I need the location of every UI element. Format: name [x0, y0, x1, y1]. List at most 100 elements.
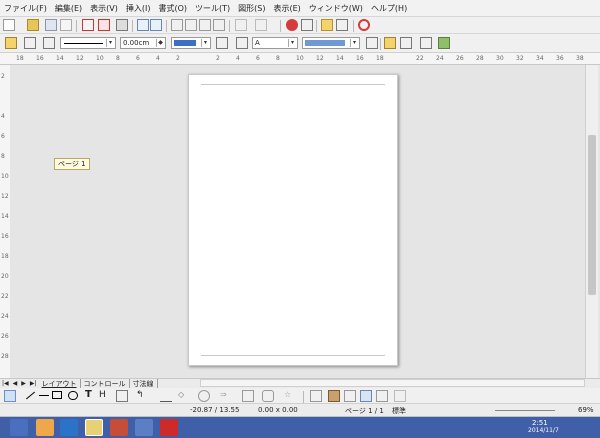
tab-dimension-lines[interactable]: 寸法線 [130, 378, 158, 389]
text-icon[interactable]: T [85, 389, 97, 401]
flowchart-icon[interactable] [242, 390, 254, 402]
extrusion-icon[interactable] [376, 390, 388, 402]
paste-icon[interactable] [199, 19, 211, 31]
autospellcheck-icon[interactable] [150, 19, 162, 31]
styles-icon[interactable] [5, 37, 17, 49]
export-pdf-icon[interactable] [82, 19, 94, 31]
horizontal-scrollbar[interactable] [200, 379, 585, 387]
lines-arrows-icon[interactable] [160, 390, 172, 402]
line-width-field[interactable]: 0.00cm ◆ [120, 37, 166, 49]
rotate-icon[interactable] [384, 37, 396, 49]
callouts-icon[interactable] [262, 390, 274, 402]
explorer-icon[interactable] [36, 419, 54, 436]
menu-item-9[interactable]: ヘルプ(H) [367, 3, 411, 14]
redo-icon[interactable] [255, 19, 267, 31]
ruler-tick: 26 [1, 333, 9, 340]
symbol-shapes-icon[interactable] [198, 390, 210, 402]
tab-layout[interactable]: レイアウト [39, 378, 81, 389]
curve-icon[interactable] [116, 390, 128, 402]
ruler-tick: 28 [1, 353, 9, 360]
ie-icon[interactable] [60, 419, 78, 436]
area-style-select[interactable]: A ▾ [252, 37, 298, 49]
ruler-tick: 36 [556, 55, 564, 62]
table-icon[interactable] [301, 19, 313, 31]
copy-icon[interactable] [185, 19, 197, 31]
new-document-icon[interactable] [3, 19, 15, 31]
area-icon[interactable] [216, 37, 228, 49]
fontwork-icon[interactable]: H [99, 390, 111, 402]
align-icon[interactable] [420, 37, 432, 49]
menu-item-4[interactable]: 書式(O) [154, 3, 191, 14]
select-icon[interactable] [4, 390, 16, 402]
navigator-icon[interactable] [321, 19, 333, 31]
open-folder-icon[interactable] [27, 19, 39, 31]
save-icon[interactable] [45, 19, 57, 31]
line-width-value: 0.00cm [123, 39, 150, 47]
ruler-tick: 18 [1, 253, 9, 260]
arrange-icon[interactable] [438, 37, 450, 49]
undo-icon[interactable] [235, 19, 247, 31]
tab-prev-icon[interactable]: ◀ [11, 380, 20, 387]
menu-item-6[interactable]: 図形(S) [234, 3, 269, 14]
scroll-thumb[interactable] [588, 135, 596, 295]
menu-item-7[interactable]: 表示(E) [269, 3, 304, 14]
line-tool-icon[interactable] [24, 390, 36, 402]
tab-first-icon[interactable]: |◀ [0, 380, 11, 387]
shadow-icon[interactable] [236, 37, 248, 49]
menu-item-3[interactable]: 挿入(I) [122, 3, 155, 14]
menu-item-2[interactable]: 表示(V) [86, 3, 122, 14]
chevron-down-icon: ▾ [201, 39, 209, 47]
page-tooltip: ページ 1 [54, 158, 90, 170]
arrow-line-icon[interactable] [38, 390, 50, 402]
menu-item-8[interactable]: ウィンドウ(W) [305, 3, 367, 14]
rectangle-icon[interactable] [52, 391, 62, 399]
points-icon[interactable] [310, 390, 322, 402]
cut-icon[interactable] [171, 19, 183, 31]
ruler-tick: 24 [436, 55, 444, 62]
arrow-style-icon[interactable] [43, 37, 55, 49]
connector-icon[interactable]: ↰ [136, 390, 148, 402]
spin-icon: ◆ [156, 39, 164, 47]
transform-icon[interactable] [400, 37, 412, 49]
line-icon[interactable] [24, 37, 36, 49]
zoom-slider[interactable] [495, 410, 555, 411]
ruler-tick: 16 [1, 233, 9, 240]
pdf-app-icon[interactable] [110, 419, 128, 436]
line-color-select[interactable]: ▾ [171, 37, 211, 49]
menu-item-0[interactable]: ファイル(F) [0, 3, 51, 14]
vertical-scrollbar[interactable] [585, 65, 598, 378]
area-color-select[interactable]: ▾ [302, 37, 360, 49]
gallery-icon[interactable] [360, 390, 372, 402]
tab-last-icon[interactable]: ▶| [28, 380, 39, 387]
toggle-extrusion-icon[interactable] [394, 390, 406, 402]
zoom-icon[interactable] [336, 19, 348, 31]
stars-icon[interactable]: ☆ [284, 390, 296, 402]
taskbar-app-icon[interactable] [135, 419, 153, 436]
basic-shapes-icon[interactable]: ◇ [178, 390, 190, 402]
start-icon[interactable] [10, 419, 28, 436]
ruler-tick: 2 [1, 73, 5, 80]
position-readout: -20.87 / 13.55 [190, 406, 240, 414]
line-style-select[interactable]: ▾ [60, 37, 116, 49]
acrobat-icon[interactable] [160, 419, 178, 436]
edit-file-icon[interactable] [60, 19, 72, 31]
pdf-direct-icon[interactable] [98, 19, 110, 31]
tab-next-icon[interactable]: ▶ [19, 380, 28, 387]
tab-controls[interactable]: コントロール [81, 378, 130, 389]
draw-app-icon[interactable] [85, 419, 103, 436]
drawing-page[interactable] [188, 74, 398, 366]
shadow-toggle-icon[interactable] [366, 37, 378, 49]
help-icon[interactable] [358, 19, 370, 31]
clone-formatting-icon[interactable] [213, 19, 225, 31]
spellcheck-icon[interactable] [137, 19, 149, 31]
system-tray[interactable] [450, 419, 520, 436]
print-icon[interactable] [116, 19, 128, 31]
chart-icon[interactable] [286, 19, 298, 31]
from-file-icon[interactable] [344, 390, 356, 402]
area-color-swatch [305, 40, 345, 46]
glue-points-icon[interactable] [328, 390, 340, 402]
ellipse-icon[interactable] [68, 391, 78, 400]
block-arrows-icon[interactable]: ⇒ [220, 390, 232, 402]
menu-item-1[interactable]: 編集(E) [51, 3, 86, 14]
menu-item-5[interactable]: ツール(T) [191, 3, 234, 14]
